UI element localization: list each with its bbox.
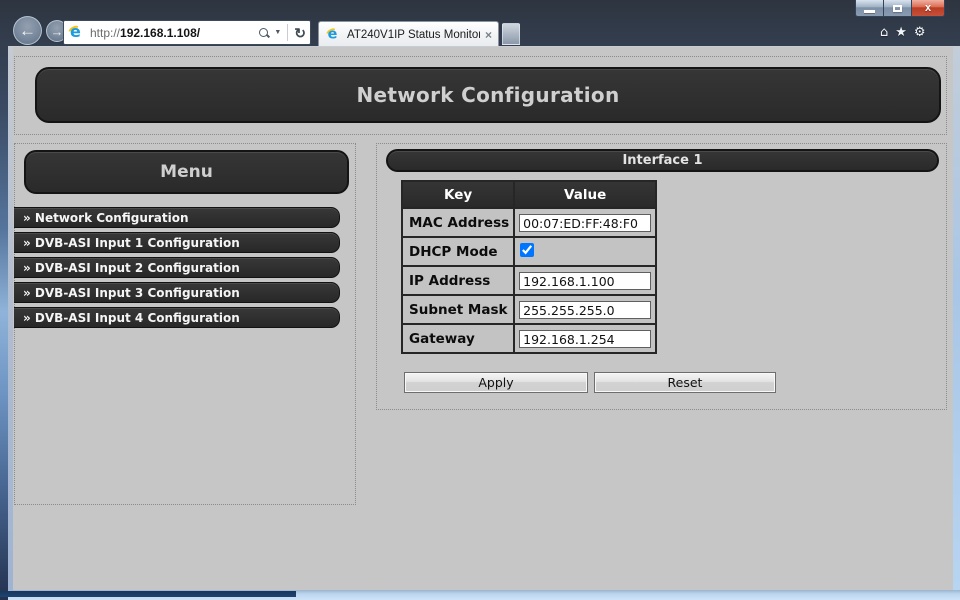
tab-close-icon[interactable]: × (485, 28, 492, 42)
url-text[interactable]: http://192.168.1.108/ (90, 26, 258, 40)
refresh-icon[interactable]: ↻ (294, 26, 306, 40)
tools-gear-icon[interactable]: ⚙ (914, 25, 926, 40)
table-row: MAC Address (402, 208, 656, 237)
divider (287, 24, 288, 41)
interface-title-bar: Interface 1 (386, 149, 939, 172)
minimize-icon (864, 10, 875, 13)
search-icon[interactable] (258, 27, 270, 39)
mac-address-label: MAC Address (402, 208, 514, 237)
interface-table: Key Value MAC Address DHCP Mode IP Addre… (401, 180, 657, 354)
menu-title-bar: Menu (24, 150, 349, 194)
minimize-button[interactable] (855, 0, 884, 17)
gateway-field[interactable] (519, 330, 651, 348)
sidebar-item-dvb-asi-input-4[interactable]: » DVB-ASI Input 4 Configuration (14, 307, 340, 328)
sidebar-item-dvb-asi-input-1[interactable]: » DVB-ASI Input 1 Configuration (14, 232, 340, 253)
menu-panel: Menu » Network Configuration » DVB-ASI I… (14, 143, 356, 505)
interface-title: Interface 1 (622, 153, 702, 168)
menu-title: Menu (160, 162, 213, 182)
reset-button[interactable]: Reset (594, 372, 776, 393)
screen: ← → e http://192.168.1.108/ ▼ ↻ e AT240V (0, 0, 960, 600)
table-row: IP Address (402, 266, 656, 295)
sidebar-item-network-configuration[interactable]: » Network Configuration (14, 207, 340, 228)
table-row: Gateway (402, 324, 656, 353)
ip-address-label: IP Address (402, 266, 514, 295)
table-row: Subnet Mask (402, 295, 656, 324)
forward-icon: → (51, 24, 64, 39)
back-button[interactable]: ← (13, 16, 42, 45)
page-title: Network Configuration (356, 83, 619, 107)
address-bar[interactable]: e http://192.168.1.108/ ▼ ↻ (63, 20, 311, 45)
home-icon[interactable]: ⌂ (880, 25, 888, 40)
command-bar: ⌂ ★ ⚙ (880, 25, 926, 40)
browser-titlebar: ← → e http://192.168.1.108/ ▼ ↻ e AT240V (8, 0, 960, 47)
subnet-mask-field[interactable] (519, 301, 651, 319)
header-panel: Network Configuration (14, 56, 947, 135)
favorites-star-icon[interactable]: ★ (895, 25, 907, 40)
new-tab-button[interactable] (502, 23, 520, 45)
close-icon: x (925, 2, 931, 14)
tab-title: AT240V1IP Status Monitor -... (347, 29, 480, 41)
sidebar-item-dvb-asi-input-2[interactable]: » DVB-ASI Input 2 Configuration (14, 257, 340, 278)
maximize-icon (893, 5, 902, 12)
table-header-row: Key Value (402, 181, 656, 208)
ie-icon: e (68, 24, 85, 41)
dhcp-mode-label: DHCP Mode (402, 237, 514, 266)
back-icon: ← (19, 21, 36, 41)
subnet-mask-label: Subnet Mask (402, 295, 514, 324)
browser-tab[interactable]: e AT240V1IP Status Monitor -... × (318, 21, 499, 47)
tab-ie-icon: e (326, 27, 341, 42)
value-column-header: Value (514, 181, 656, 208)
taskbar-fragment (0, 591, 296, 597)
chevron-down-icon[interactable]: ▼ (274, 29, 281, 36)
page-title-bar: Network Configuration (35, 67, 941, 123)
dhcp-mode-checkbox[interactable] (520, 243, 534, 257)
sidebar-item-dvb-asi-input-3[interactable]: » DVB-ASI Input 3 Configuration (14, 282, 340, 303)
table-row: DHCP Mode (402, 237, 656, 266)
close-button[interactable]: x (911, 0, 945, 17)
apply-button[interactable]: Apply (404, 372, 588, 393)
ip-address-field[interactable] (519, 272, 651, 290)
window-border-right (953, 47, 960, 590)
window-controls: x (855, 0, 945, 17)
gateway-label: Gateway (402, 324, 514, 353)
web-page: Network Configuration Menu » Network Con… (13, 47, 953, 590)
interface-panel: Interface 1 Key Value MAC Address DHCP M… (376, 143, 947, 410)
key-column-header: Key (402, 181, 514, 208)
maximize-button[interactable] (884, 0, 911, 17)
mac-address-field[interactable] (519, 214, 651, 232)
